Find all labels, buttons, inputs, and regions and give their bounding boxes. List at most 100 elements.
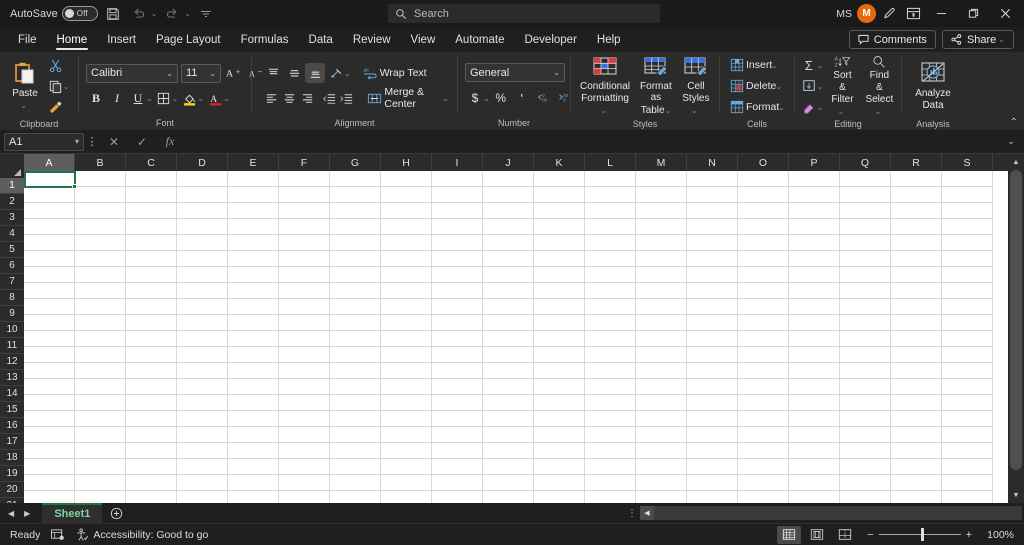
row-header-9[interactable]: 9: [0, 306, 24, 322]
cell-S1[interactable]: [942, 171, 993, 187]
accounting-format-button[interactable]: $: [465, 88, 485, 108]
cell-C10[interactable]: [126, 315, 177, 331]
cell-G17[interactable]: [330, 427, 381, 443]
cell-I11[interactable]: [432, 331, 483, 347]
cell-P2[interactable]: [789, 187, 840, 203]
cell-Q19[interactable]: [840, 459, 891, 475]
cell-C1[interactable]: [126, 171, 177, 187]
cell-B10[interactable]: [75, 315, 126, 331]
split-handle[interactable]: ⋮: [624, 508, 640, 519]
cell-Q10[interactable]: [840, 315, 891, 331]
cell-J9[interactable]: [483, 299, 534, 315]
conditional-formatting-button[interactable]: Conditional Formatting ⌄: [576, 55, 634, 117]
cell-H14[interactable]: [381, 379, 432, 395]
cell-M2[interactable]: [636, 187, 687, 203]
cell-P13[interactable]: [789, 363, 840, 379]
cell-N8[interactable]: [687, 283, 738, 299]
cell-D10[interactable]: [177, 315, 228, 331]
cell-I3[interactable]: [432, 203, 483, 219]
horizontal-scrollbar[interactable]: ◀: [640, 506, 1024, 520]
cell-S19[interactable]: [942, 459, 993, 475]
cell-D7[interactable]: [177, 267, 228, 283]
vertical-scrollbar[interactable]: ▲ ▼: [1008, 154, 1024, 503]
cell-C11[interactable]: [126, 331, 177, 347]
row-header-10[interactable]: 10: [0, 322, 24, 338]
orientation-dropdown-chevron-icon[interactable]: ⌄: [344, 69, 351, 78]
cell-R17[interactable]: [891, 427, 942, 443]
cell-I7[interactable]: [432, 267, 483, 283]
font-color-dropdown-chevron-icon[interactable]: ⌄: [223, 94, 230, 103]
cell-F12[interactable]: [279, 347, 330, 363]
cell-J8[interactable]: [483, 283, 534, 299]
cell-B3[interactable]: [75, 203, 126, 219]
cell-G2[interactable]: [330, 187, 381, 203]
cell-I16[interactable]: [432, 411, 483, 427]
collapse-ribbon-chevron-icon[interactable]: ⌃: [1010, 117, 1018, 128]
cell-H2[interactable]: [381, 187, 432, 203]
cell-I1[interactable]: [432, 171, 483, 187]
cell-I9[interactable]: [432, 299, 483, 315]
row-header-14[interactable]: 14: [0, 386, 24, 402]
cell-E11[interactable]: [228, 331, 279, 347]
cell-O15[interactable]: [738, 395, 789, 411]
column-header-O[interactable]: O: [738, 154, 789, 171]
cell-H7[interactable]: [381, 267, 432, 283]
align-center-button[interactable]: [281, 88, 298, 108]
tab-insert[interactable]: Insert: [97, 27, 146, 52]
font-color-button[interactable]: A: [205, 88, 225, 108]
cell-A4[interactable]: [24, 219, 75, 235]
cell-P11[interactable]: [789, 331, 840, 347]
cell-J13[interactable]: [483, 363, 534, 379]
cell-G8[interactable]: [330, 283, 381, 299]
number-format-chevron-down-icon[interactable]: ⌄: [549, 68, 560, 77]
cell-M5[interactable]: [636, 235, 687, 251]
cell-F5[interactable]: [279, 235, 330, 251]
cell-B8[interactable]: [75, 283, 126, 299]
cell-K14[interactable]: [534, 379, 585, 395]
format-as-table-dropdown-chevron-icon[interactable]: ⌄: [664, 106, 671, 115]
row-header-3[interactable]: 3: [0, 210, 24, 226]
cell-P16[interactable]: [789, 411, 840, 427]
cell-O9[interactable]: [738, 299, 789, 315]
cell-Q15[interactable]: [840, 395, 891, 411]
cell-E18[interactable]: [228, 443, 279, 459]
cell-P19[interactable]: [789, 459, 840, 475]
insert-function-icon[interactable]: fx: [156, 132, 184, 152]
cell-I8[interactable]: [432, 283, 483, 299]
cell-L6[interactable]: [585, 251, 636, 267]
cell-P4[interactable]: [789, 219, 840, 235]
cell-N3[interactable]: [687, 203, 738, 219]
row-header-18[interactable]: 18: [0, 450, 24, 466]
format-as-table-button[interactable]: Format as Table ⌄: [636, 55, 676, 117]
cell-S11[interactable]: [942, 331, 993, 347]
cell-Q21[interactable]: [840, 491, 891, 503]
fill-handle[interactable]: [72, 184, 77, 189]
cell-S9[interactable]: [942, 299, 993, 315]
cell-R4[interactable]: [891, 219, 942, 235]
column-header-D[interactable]: D: [177, 154, 228, 171]
cell-H12[interactable]: [381, 347, 432, 363]
cell-S3[interactable]: [942, 203, 993, 219]
cell-R12[interactable]: [891, 347, 942, 363]
column-header-S[interactable]: S: [942, 154, 993, 171]
cell-O20[interactable]: [738, 475, 789, 491]
conditional-formatting-dropdown-chevron-icon[interactable]: ⌄: [600, 106, 607, 115]
cell-J4[interactable]: [483, 219, 534, 235]
row-header-5[interactable]: 5: [0, 242, 24, 258]
paste-dropdown-chevron-icon[interactable]: ⌄: [20, 100, 27, 111]
cell-M9[interactable]: [636, 299, 687, 315]
cell-A20[interactable]: [24, 475, 75, 491]
cell-E1[interactable]: [228, 171, 279, 187]
row-header-7[interactable]: 7: [0, 274, 24, 290]
paste-button[interactable]: Paste ⌄: [5, 55, 45, 117]
redo-icon[interactable]: [161, 3, 183, 25]
cell-G10[interactable]: [330, 315, 381, 331]
cell-L9[interactable]: [585, 299, 636, 315]
fill-color-button[interactable]: [179, 88, 199, 108]
close-button[interactable]: [990, 0, 1020, 27]
column-header-Q[interactable]: Q: [840, 154, 891, 171]
zoom-in-button[interactable]: +: [966, 529, 972, 541]
cell-G6[interactable]: [330, 251, 381, 267]
cell-G11[interactable]: [330, 331, 381, 347]
cell-E5[interactable]: [228, 235, 279, 251]
